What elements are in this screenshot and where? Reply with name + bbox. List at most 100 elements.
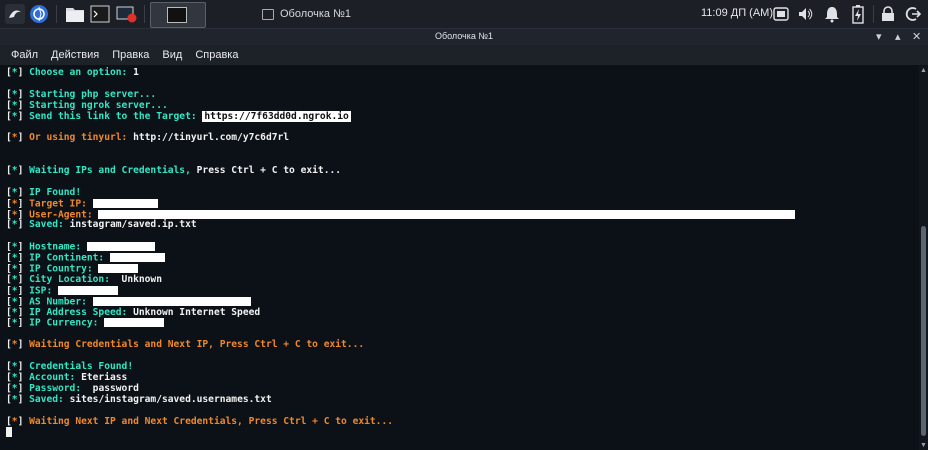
terminal-line: [*] Send this link to the Target: https:…	[6, 110, 795, 123]
terminal-segment: ]	[17, 285, 30, 297]
terminal-line: [*] IP Found!	[6, 186, 795, 199]
window-titlebar[interactable]: Оболочка №1 ▾ ▴ ✕	[0, 29, 928, 45]
terminal-segment: ]	[17, 296, 30, 308]
volume-icon[interactable]	[797, 3, 815, 25]
terminal-line: [*] IP Currency:	[6, 318, 795, 329]
terminal-segment: Saved:	[29, 219, 70, 231]
scroll-up-icon[interactable]: ▲	[920, 67, 927, 74]
terminal-line: [*] Hostname:	[6, 242, 795, 253]
redacted-value	[98, 264, 139, 274]
menu-edit[interactable]: Правка	[110, 49, 151, 61]
lock-icon[interactable]	[879, 3, 897, 25]
terminal-segment: Send this link to the Target:	[29, 110, 203, 122]
terminal-segment: ]	[17, 361, 30, 373]
redacted-value	[104, 318, 165, 328]
terminal-segment: Target IP:	[29, 198, 93, 210]
text-cursor	[6, 427, 12, 438]
terminal-line: [*] City Location: Unknown	[6, 273, 795, 286]
scrollbar-thumb[interactable]	[921, 226, 926, 436]
terminal-segment: Password:	[29, 382, 87, 394]
terminal-segment: IP Continent:	[29, 252, 110, 264]
close-icon[interactable]: ✕	[912, 30, 921, 44]
minimize-icon[interactable]: ▾	[876, 30, 882, 44]
terminal-output[interactable]: [*] Choose an option: 1 [*] Starting php …	[0, 66, 918, 450]
menu-file[interactable]: Файл	[9, 49, 40, 61]
terminal-segment: ]	[17, 67, 30, 78]
taskbar-separator	[873, 5, 874, 23]
menu-actions[interactable]: Действия	[49, 49, 101, 61]
menu-help[interactable]: Справка	[193, 49, 240, 61]
terminal-segment: ]	[17, 186, 30, 198]
terminal-segment: Waiting IPs and Credentials,	[29, 165, 197, 177]
terminal-segment: ]	[17, 415, 30, 427]
terminal-window-thumbnail-icon	[167, 7, 187, 23]
taskbar: Оболочка №1 11:09 ДП (AM)	[0, 0, 928, 29]
terminal-segment: AS Number:	[29, 296, 93, 308]
terminal-segment: Starting ngrok server...	[29, 99, 168, 111]
terminal-segment: Account:	[29, 371, 82, 383]
terminal-segment: Unknown	[115, 273, 162, 285]
terminal-segment: ]	[17, 393, 30, 405]
taskbar-task-label: Оболочка №1	[280, 8, 352, 20]
workspace-thumbnail[interactable]	[150, 2, 206, 28]
kali-menu-icon[interactable]	[4, 3, 26, 25]
terminal-line: [*] IP Address Speed: Unknown Internet S…	[6, 306, 795, 319]
screen-recorder-icon[interactable]	[115, 3, 139, 25]
taskbar-task-terminal[interactable]: Оболочка №1	[262, 6, 351, 22]
terminal-segment: Choose an option:	[29, 67, 134, 78]
terminal-segment: IP Address Speed:	[29, 306, 134, 318]
files-icon[interactable]	[64, 3, 86, 25]
terminal-line: [*] Choose an option: 1	[6, 67, 795, 79]
terminal-line: [*] Target IP:	[6, 198, 795, 210]
redacted-value	[86, 242, 155, 252]
terminal-segment: City Location:	[29, 273, 116, 285]
terminal-line: [*] Saved: sites/instagram/saved.usernam…	[6, 393, 795, 406]
terminal-line: [*] Or using tinyurl: http://tinyurl.com…	[6, 132, 795, 144]
terminal-segment: Eteriass	[81, 371, 128, 383]
terminal-segment: IP Currency:	[29, 317, 105, 329]
terminal-segment: ]	[17, 241, 30, 253]
terminal-segment: Credentials Found!	[29, 361, 134, 373]
terminal-segment: Unknown Internet Speed	[133, 306, 261, 318]
notifications-icon[interactable]	[822, 3, 842, 25]
terminal-line: [*] Waiting Next IP and Next Credentials…	[6, 415, 795, 428]
terminal-segment: ISP:	[29, 285, 59, 297]
menu-view[interactable]: Вид	[160, 49, 184, 61]
terminal-segment: ]	[17, 219, 30, 231]
clock[interactable]: 11:09 ДП (AM)	[701, 7, 773, 19]
terminal-launcher-icon[interactable]	[89, 3, 111, 25]
terminal-line: [*] Saved: instagram/saved.ip.txt	[6, 220, 795, 231]
terminal-segment: Starting php server...	[29, 88, 157, 100]
terminal-segment: ]	[17, 165, 30, 177]
window-title: Оболочка №1	[434, 31, 494, 41]
terminal-segment: ]	[17, 99, 30, 111]
scrollbar[interactable]: ▲ ▼	[919, 66, 928, 450]
terminal-line: [*] Waiting IPs and Credentials, Press C…	[6, 165, 795, 177]
terminal-segment: ]	[17, 263, 30, 275]
terminal-segment: password	[86, 382, 139, 394]
terminal-segment: ]	[17, 252, 30, 264]
terminal-segment: sites/instagram/saved.usernames.txt	[69, 393, 272, 405]
terminal-line: [*] ISP:	[6, 285, 795, 297]
screenshot-icon[interactable]	[772, 3, 790, 25]
scroll-down-icon[interactable]: ▼	[920, 442, 927, 449]
terminal-segment: Press Ctrl + C to exit...	[196, 165, 342, 177]
terminal-line: [*] IP Continent:	[6, 253, 795, 264]
terminal-segment: ]	[17, 317, 30, 329]
redacted-value	[92, 198, 158, 208]
terminal-segment: Hostname:	[29, 241, 87, 253]
terminal-segment: IP Country:	[29, 263, 99, 275]
terminal-segment: Waiting Next IP and Next Credentials, Pr…	[29, 415, 394, 427]
terminal-segment: Or using tinyurl:	[29, 132, 134, 144]
terminal-text: [*] Choose an option: 1 [*] Starting php …	[6, 67, 796, 438]
target-link[interactable]: https://7f63dd0d.ngrok.io	[202, 110, 351, 122]
window-icon	[262, 8, 274, 20]
terminal-segment: 1	[133, 67, 139, 78]
maximize-icon[interactable]: ▴	[895, 30, 901, 44]
terminal-segment: ]	[17, 382, 30, 394]
battery-charging-icon[interactable]	[849, 3, 867, 25]
browser-icon[interactable]	[28, 3, 50, 25]
logout-icon[interactable]	[903, 3, 923, 25]
